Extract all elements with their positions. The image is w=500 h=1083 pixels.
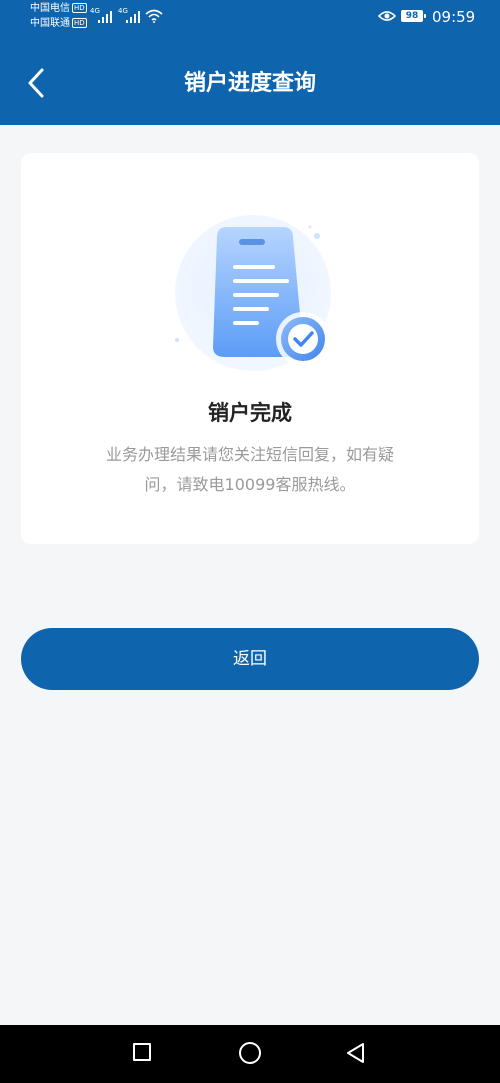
status-bar: 中国电信 HD 中国联通 HD 4G 4G 98 09:59 xyxy=(0,0,500,36)
circle-icon[interactable] xyxy=(239,1042,261,1064)
wifi-icon xyxy=(145,9,163,23)
result-description: 业务办理结果请您关注短信回复，如有疑问，请致电10099客服热线。 xyxy=(105,445,394,494)
document-check-illustration xyxy=(175,215,331,371)
battery-indicator: 98 xyxy=(401,10,426,22)
square-icon[interactable] xyxy=(133,1043,151,1061)
result-card: 销户完成 业务办理结果请您关注短信回复，如有疑问，请致电10099客服热线。 xyxy=(21,153,479,544)
carrier-1-label: 中国电信 xyxy=(30,3,70,14)
signal-bars-icon xyxy=(98,11,112,23)
page-title: 销户进度查询 xyxy=(183,71,316,96)
carrier-1: 中国电信 HD xyxy=(30,3,87,15)
triangle-back-icon[interactable] xyxy=(345,1042,367,1064)
app-header: 中国电信 HD 中国联通 HD 4G 4G 98 09:59 销户进度查询 xyxy=(0,0,500,125)
carrier-2: 中国联通 HD xyxy=(30,18,87,30)
eye-icon xyxy=(378,11,396,21)
system-nav-bar xyxy=(0,1025,500,1083)
return-button[interactable]: 返回 xyxy=(21,628,479,690)
carrier-2-label: 中国联通 xyxy=(30,18,70,29)
signal-bars-icon xyxy=(126,11,140,23)
clock: 09:59 xyxy=(432,8,476,26)
result-title: 销户完成 xyxy=(208,401,292,425)
hd-badge: HD xyxy=(72,18,87,28)
hd-badge: HD xyxy=(72,3,87,13)
